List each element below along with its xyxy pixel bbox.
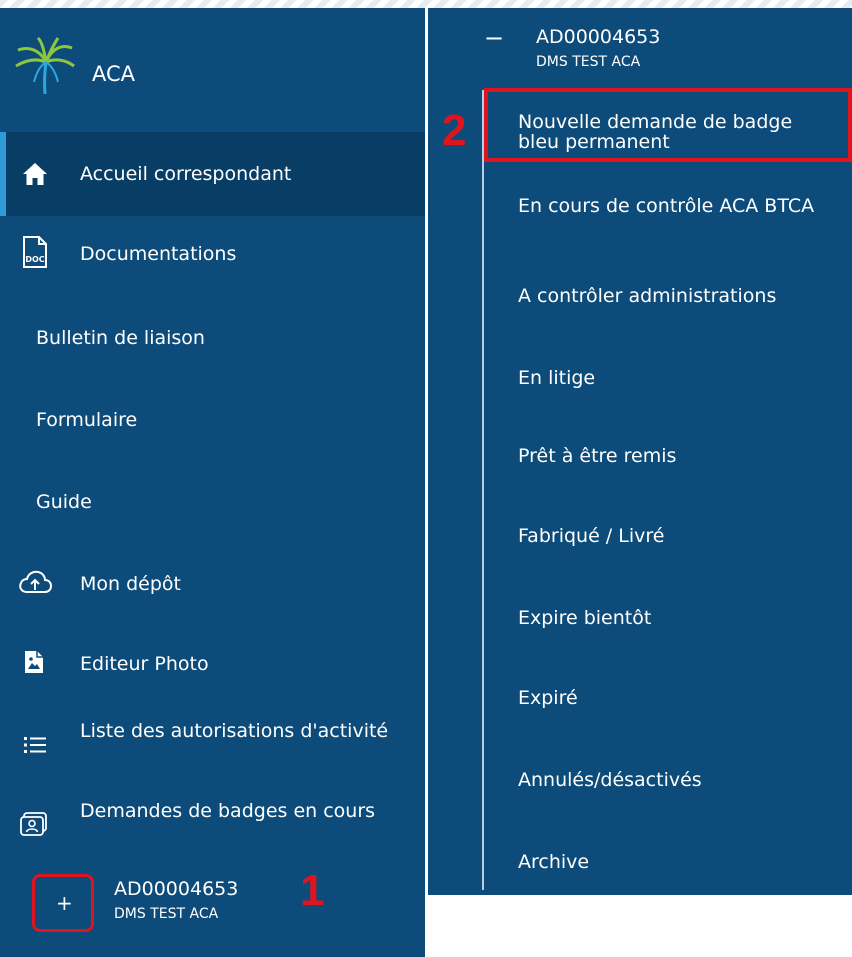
submenu-account-id[interactable]: AD00004653 [536, 26, 660, 48]
sidebar-item-label: Liste des autorisations d'activité [80, 720, 389, 742]
brand-name: ACA [92, 62, 136, 86]
submenu-item-expire-bientot[interactable]: Expire bientôt [518, 608, 651, 628]
list-icon [24, 737, 46, 753]
sidebar-item-label: Editeur Photo [80, 653, 209, 675]
svg-text:DOC: DOC [25, 255, 44, 264]
badge-icon [20, 812, 47, 836]
cloud-upload-icon [19, 570, 52, 593]
sidebar-item-mon-depot[interactable]: Mon dépôt [0, 538, 425, 618]
submenu-item-en-cours-controle[interactable]: En cours de contrôle ACA BTCA [518, 196, 818, 216]
plus-icon: + [56, 891, 73, 915]
sidebar-item-formulaire[interactable]: Formulaire [0, 376, 425, 456]
submenu-item-archive[interactable]: Archive [518, 852, 589, 872]
sidebar-item-guide[interactable]: Guide [0, 456, 425, 536]
sidebar-item-label: Mon dépôt [80, 573, 181, 595]
palm-logo-icon [15, 36, 75, 95]
collapse-account-button[interactable]: − [484, 24, 504, 52]
doc-file-icon: DOC [23, 236, 47, 268]
submenu-item-en-litige[interactable]: En litige [518, 368, 595, 388]
empty-area [428, 895, 852, 957]
annotation-marker-1: 1 [300, 866, 325, 915]
submenu-item-annules-desactives[interactable]: Annulés/désactivés [518, 770, 702, 790]
expand-account-button[interactable]: + [32, 874, 94, 932]
sidebar: ACA Accueil correspondant DOC Documentat… [0, 8, 425, 957]
sidebar-item-bulletin[interactable]: Bulletin de liaison [0, 296, 425, 376]
top-decorative-stripe [0, 0, 852, 8]
submenu-item-fabrique-livre[interactable]: Fabriqué / Livré [518, 526, 664, 546]
home-icon [23, 163, 47, 185]
submenu-account-name: DMS TEST ACA [536, 54, 641, 70]
sidebar-item-demandes-badges[interactable]: Demandes de badges en cours [0, 778, 425, 858]
annotation-highlight-box [484, 88, 852, 162]
sidebar-item-label: Formulaire [36, 409, 138, 431]
photo-file-icon [25, 651, 43, 673]
tree-connector-line [482, 90, 484, 890]
sidebar-item-accueil[interactable]: Accueil correspondant [0, 132, 425, 216]
annotation-marker-2: 2 [442, 106, 467, 155]
sidebar-item-label: Demandes de badges en cours [80, 800, 376, 822]
sidebar-item-label: Documentations [80, 243, 237, 265]
sidebar-item-label: Accueil correspondant [80, 163, 292, 185]
sidebar-item-liste-autorisations[interactable]: Liste des autorisations d'activité [0, 698, 425, 778]
sidebar-account-name: DMS TEST ACA [114, 906, 219, 922]
sidebar-item-editeur-photo[interactable]: Editeur Photo [0, 618, 425, 698]
sidebar-account-id[interactable]: AD00004653 [114, 878, 238, 900]
brand-header: ACA [0, 8, 425, 132]
sidebar-item-label: Bulletin de liaison [36, 327, 205, 349]
submenu-item-a-controler[interactable]: A contrôler administrations [518, 286, 776, 306]
sidebar-item-label: Guide [36, 491, 92, 513]
sidebar-item-documentations[interactable]: DOC Documentations [0, 216, 425, 296]
submenu-item-pret-a-etre-remis[interactable]: Prêt à être remis [518, 446, 676, 466]
submenu-item-expire[interactable]: Expiré [518, 688, 578, 708]
